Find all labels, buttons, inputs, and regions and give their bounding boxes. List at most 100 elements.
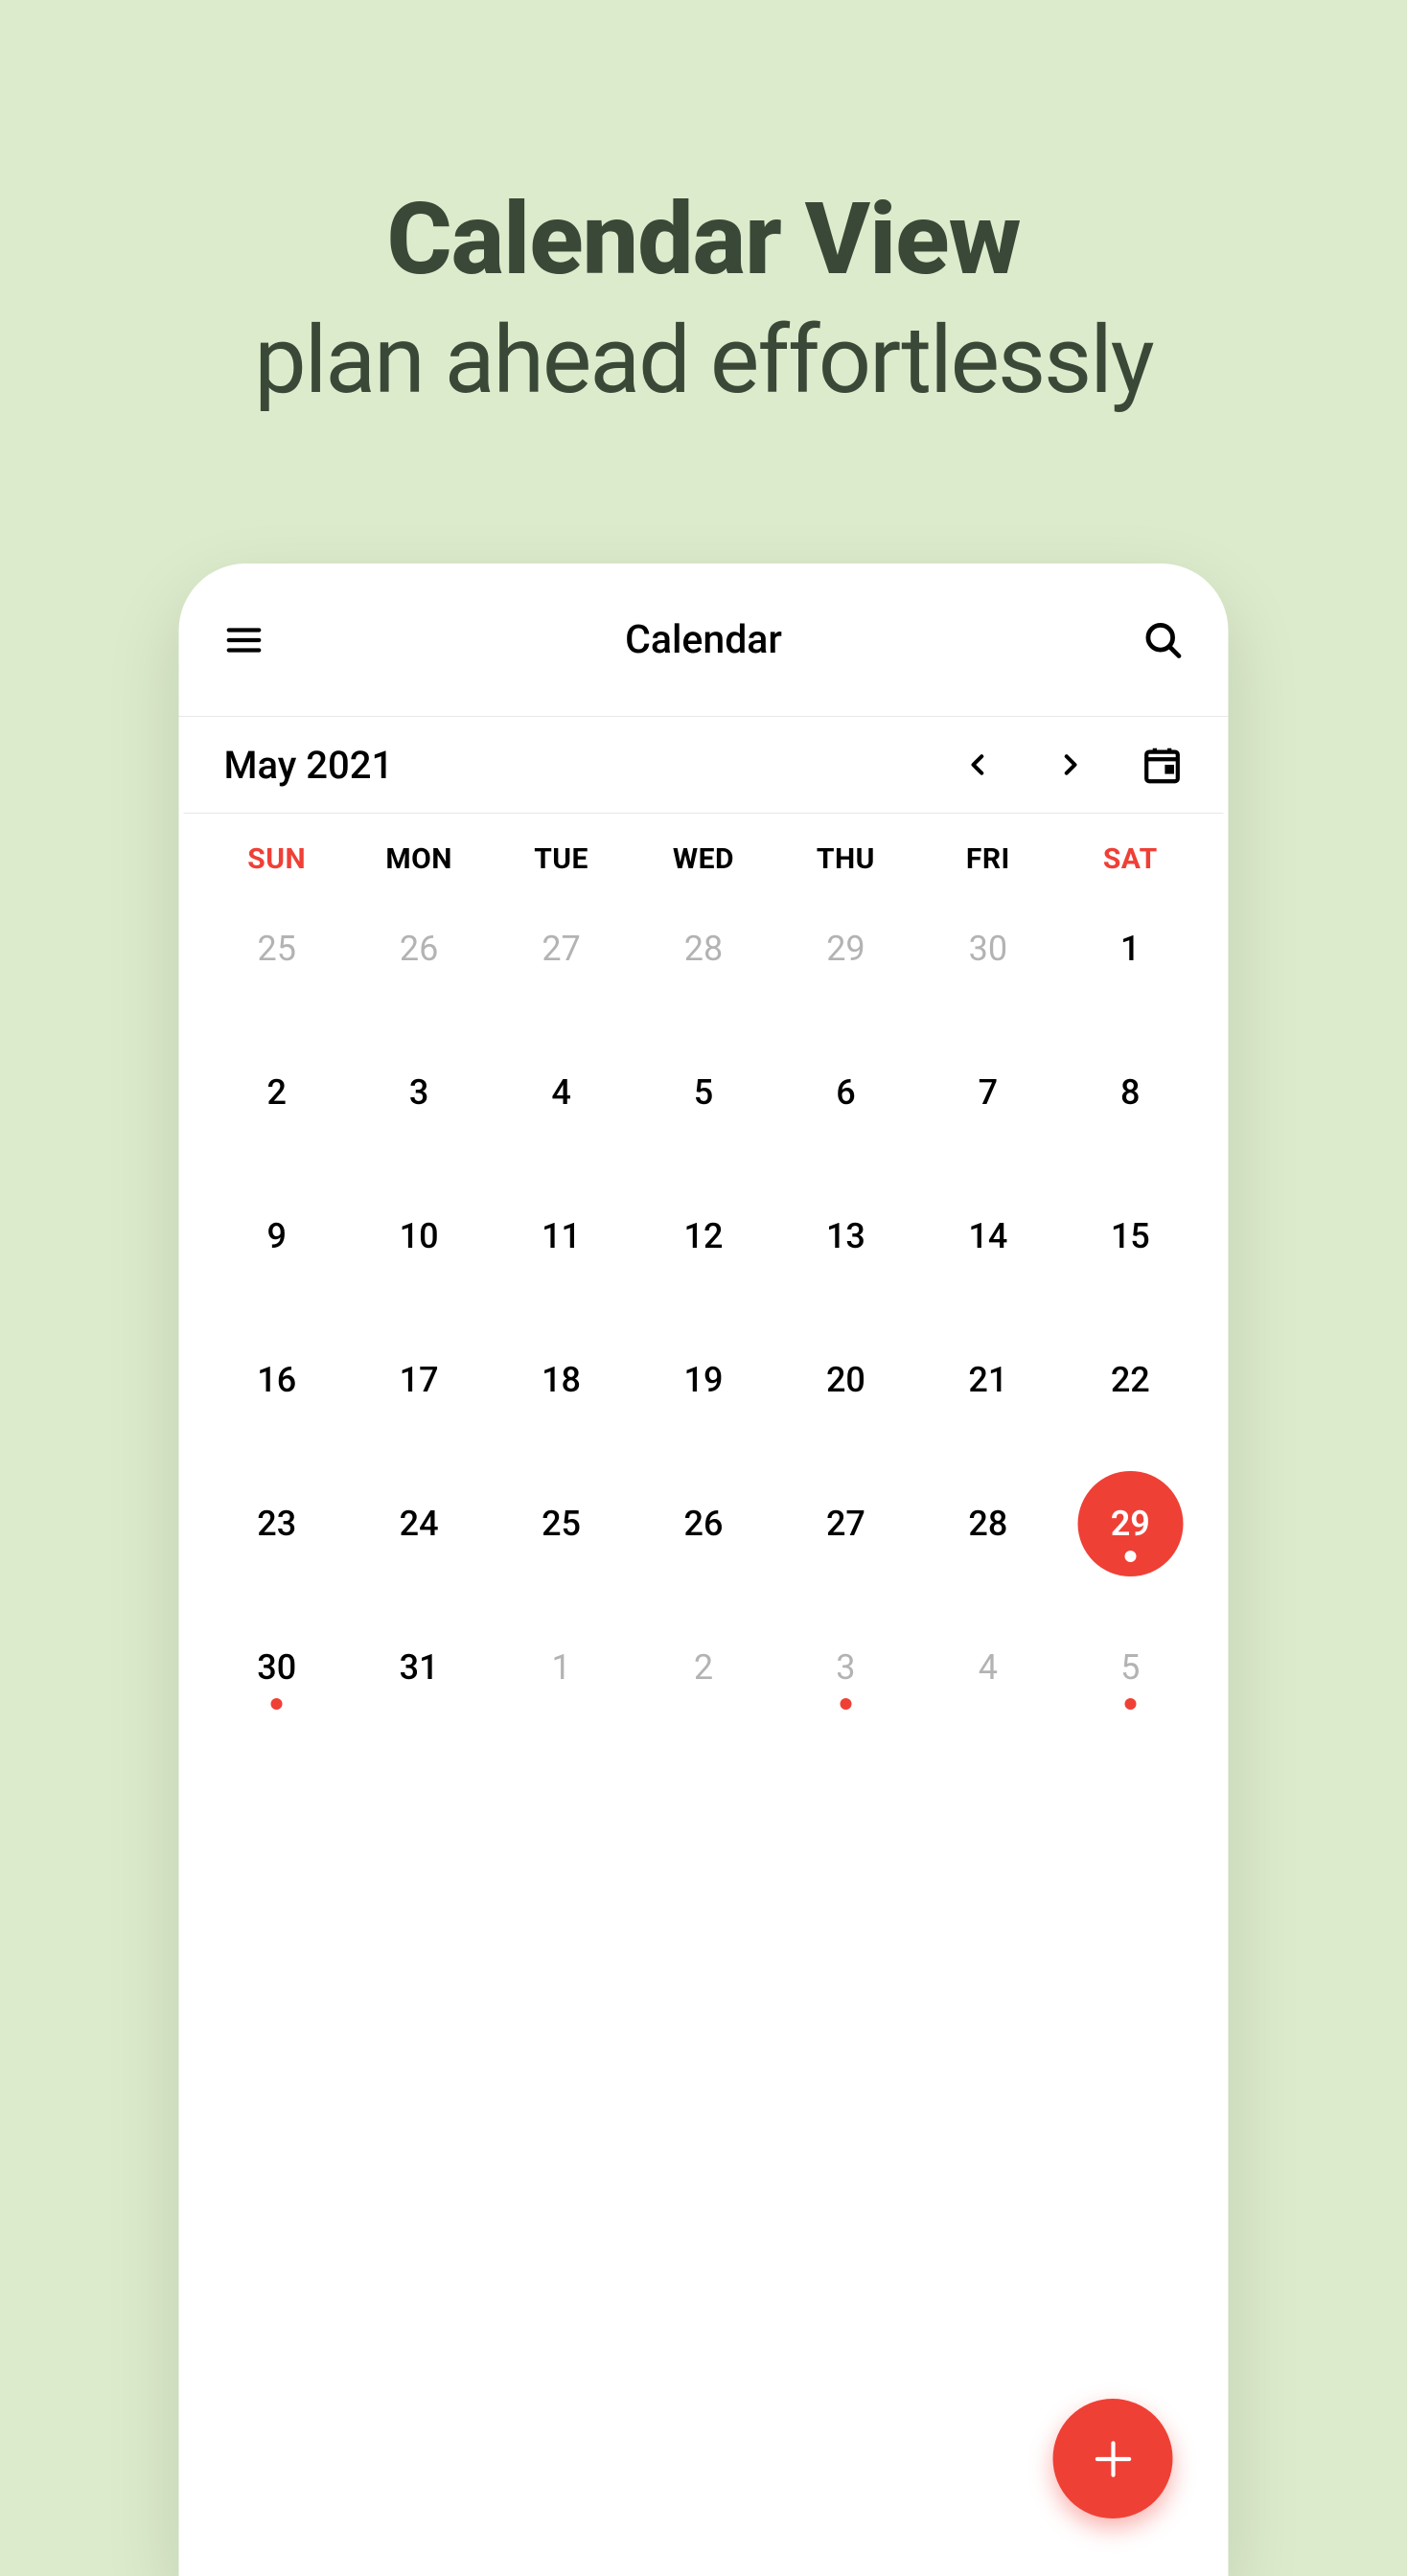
calendar-day[interactable]: 30: [917, 895, 1059, 1002]
weekday-label: FRI: [917, 842, 1059, 876]
add-button[interactable]: [1053, 2399, 1173, 2518]
calendar-day[interactable]: 11: [490, 1183, 632, 1290]
day-number: 5: [1120, 1647, 1140, 1688]
hero: Calendar View plan ahead effortlessly: [0, 0, 1407, 415]
search-icon[interactable]: [1139, 615, 1188, 665]
calendar-day[interactable]: 9: [206, 1183, 348, 1290]
event-dot: [840, 1698, 851, 1710]
day-number: 1: [1120, 929, 1140, 969]
day-number: 26: [400, 929, 438, 969]
calendar-day[interactable]: 3: [348, 1039, 490, 1146]
day-number: 11: [542, 1216, 581, 1256]
menu-icon[interactable]: [219, 615, 269, 665]
prev-month-button[interactable]: [954, 740, 1003, 790]
calendar-day[interactable]: 15: [1059, 1183, 1201, 1290]
weekday-label: TUE: [490, 842, 632, 876]
day-number: 5: [694, 1072, 713, 1113]
day-number: 2: [694, 1647, 713, 1688]
day-number: 16: [257, 1360, 296, 1400]
calendar-day[interactable]: 2: [633, 1614, 774, 1721]
calendar-day[interactable]: 8: [1059, 1039, 1201, 1146]
calendar-day[interactable]: 10: [348, 1183, 490, 1290]
event-dot: [1124, 1698, 1136, 1710]
weekday-row: SUNMONTUEWEDTHUFRISAT: [179, 814, 1229, 876]
calendar-day[interactable]: 12: [633, 1183, 774, 1290]
calendar-day[interactable]: 5: [633, 1039, 774, 1146]
day-number: 9: [266, 1216, 286, 1256]
weekday-label: MON: [348, 842, 490, 876]
calendar-day[interactable]: 3: [774, 1614, 916, 1721]
day-number: 19: [684, 1360, 724, 1400]
calendar-day[interactable]: 1: [1059, 895, 1201, 1002]
event-dot: [1124, 1551, 1136, 1562]
day-number: 18: [542, 1360, 581, 1400]
calendar-day[interactable]: 28: [917, 1470, 1059, 1577]
day-number: 29: [1111, 1504, 1150, 1544]
calendar-day[interactable]: 1: [490, 1614, 632, 1721]
calendar-day[interactable]: 2: [206, 1039, 348, 1146]
calendar-day[interactable]: 4: [917, 1614, 1059, 1721]
calendar-day[interactable]: 17: [348, 1326, 490, 1434]
calendar-day[interactable]: 30: [206, 1614, 348, 1721]
calendar-day[interactable]: 25: [490, 1470, 632, 1577]
calendar-day[interactable]: 26: [348, 895, 490, 1002]
day-number: 12: [684, 1216, 724, 1256]
weekday-label: WED: [633, 842, 774, 876]
day-number: 29: [826, 929, 865, 969]
month-label: May 2021: [224, 743, 954, 788]
calendar-day[interactable]: 6: [774, 1039, 916, 1146]
calendar-day[interactable]: 24: [348, 1470, 490, 1577]
hero-title: Calendar View: [0, 182, 1407, 298]
calendar-day[interactable]: 4: [490, 1039, 632, 1146]
day-number: 30: [969, 929, 1007, 969]
calendar-day[interactable]: 19: [633, 1326, 774, 1434]
hero-subtitle: plan ahead effortlessly: [0, 306, 1407, 415]
day-number: 14: [968, 1216, 1007, 1256]
calendar-day[interactable]: 23: [206, 1470, 348, 1577]
app-header: Calendar: [179, 564, 1229, 717]
calendar-day[interactable]: 7: [917, 1039, 1059, 1146]
calendar-day[interactable]: 29: [1059, 1470, 1201, 1577]
day-number: 17: [400, 1360, 439, 1400]
day-number: 28: [968, 1504, 1007, 1544]
next-month-button[interactable]: [1046, 740, 1096, 790]
event-dot: [271, 1698, 283, 1710]
day-number: 8: [1120, 1072, 1140, 1113]
today-icon[interactable]: [1138, 740, 1188, 790]
day-number: 6: [836, 1072, 855, 1113]
day-number: 13: [826, 1216, 865, 1256]
calendar-day[interactable]: 25: [206, 895, 348, 1002]
weekday-label: SAT: [1059, 842, 1201, 876]
day-number: 24: [400, 1504, 439, 1544]
calendar-day[interactable]: 16: [206, 1326, 348, 1434]
day-number: 10: [400, 1216, 439, 1256]
day-number: 1: [551, 1647, 570, 1688]
calendar-day[interactable]: 28: [633, 895, 774, 1002]
calendar-day[interactable]: 13: [774, 1183, 916, 1290]
calendar-day[interactable]: 14: [917, 1183, 1059, 1290]
calendar-day[interactable]: 27: [774, 1470, 916, 1577]
calendar-day[interactable]: 22: [1059, 1326, 1201, 1434]
day-number: 15: [1111, 1216, 1150, 1256]
month-header: May 2021: [184, 717, 1224, 814]
day-number: 22: [1111, 1360, 1150, 1400]
day-number: 20: [826, 1360, 865, 1400]
weekday-label: SUN: [206, 842, 348, 876]
day-number: 25: [542, 1504, 581, 1544]
calendar-day[interactable]: 27: [490, 895, 632, 1002]
calendar-day[interactable]: 18: [490, 1326, 632, 1434]
day-number: 4: [551, 1072, 570, 1113]
calendar-grid: 2526272829301234567891011121314151617181…: [179, 876, 1229, 1721]
calendar-day[interactable]: 31: [348, 1614, 490, 1721]
calendar-day[interactable]: 5: [1059, 1614, 1201, 1721]
month-nav: [954, 740, 1188, 790]
day-number: 23: [257, 1504, 296, 1544]
calendar-day[interactable]: 21: [917, 1326, 1059, 1434]
day-number: 30: [257, 1647, 296, 1688]
day-number: 25: [257, 929, 295, 969]
day-number: 2: [266, 1072, 286, 1113]
calendar-day[interactable]: 26: [633, 1470, 774, 1577]
weekday-label: THU: [774, 842, 916, 876]
calendar-day[interactable]: 20: [774, 1326, 916, 1434]
calendar-day[interactable]: 29: [774, 895, 916, 1002]
